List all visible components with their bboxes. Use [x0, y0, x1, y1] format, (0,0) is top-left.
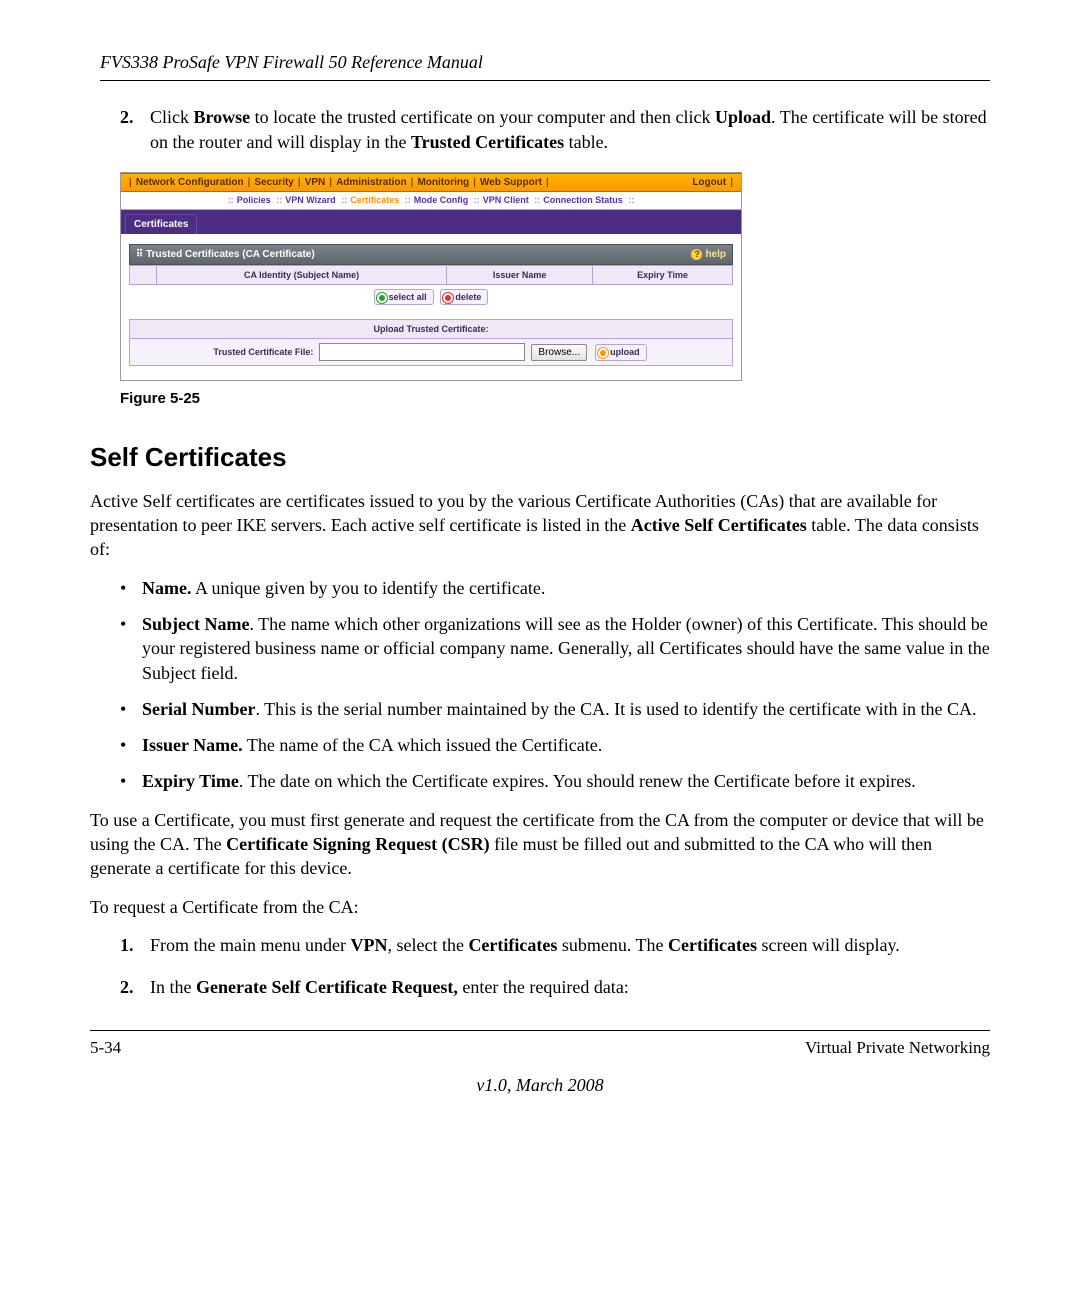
panel-title: ⠿ Trusted Certificates (CA Certificate) …	[129, 244, 733, 266]
nav-network-configuration[interactable]: Network Configuration	[136, 176, 244, 190]
para-csr: To use a Certificate, you must first gen…	[90, 808, 990, 881]
col-expiry: Expiry Time	[593, 266, 733, 285]
step-text: From the main menu under VPN, select the…	[150, 933, 990, 957]
ol-step-1: 1. From the main menu under VPN, select …	[120, 933, 990, 957]
subnav-certificates[interactable]: Certificates	[350, 195, 399, 205]
subnav-mode-config[interactable]: Mode Config	[414, 195, 469, 205]
delete-button[interactable]: delete	[440, 289, 488, 305]
para-intro: Active Self certificates are certificate…	[90, 489, 990, 562]
list-item: Expiry Time. The date on which the Certi…	[120, 769, 990, 793]
certificates-screenshot: |Network Configuration |Security |VPN |A…	[120, 172, 742, 382]
browse-button[interactable]: Browse...	[531, 344, 587, 361]
step-2: 2. Click Browse to locate the trusted ce…	[120, 105, 990, 154]
step-text: Click Browse to locate the trusted certi…	[150, 105, 990, 154]
para-request-intro: To request a Certificate from the CA:	[90, 895, 990, 919]
select-all-button[interactable]: select all	[374, 289, 434, 305]
nav-web-support[interactable]: Web Support	[480, 176, 542, 190]
nav-security[interactable]: Security	[254, 176, 293, 190]
col-ca-identity: CA Identity (Subject Name)	[157, 266, 447, 285]
list-item: Serial Number. This is the serial number…	[120, 697, 990, 721]
ol-step-2: 2. In the Generate Self Certificate Requ…	[120, 975, 990, 999]
top-nav: |Network Configuration |Security |VPN |A…	[121, 173, 741, 193]
step-number: 2.	[120, 105, 150, 154]
subnav-vpn-client[interactable]: VPN Client	[483, 195, 529, 205]
upload-row: Trusted Certificate File: Browse... uplo…	[129, 339, 733, 366]
x-icon	[443, 293, 453, 303]
step-text: In the Generate Self Certificate Request…	[150, 975, 990, 999]
step-number: 1.	[120, 933, 150, 957]
doc-version: v1.0, March 2008	[90, 1073, 990, 1097]
nav-logout[interactable]: Logout	[692, 176, 726, 190]
file-path-input[interactable]	[319, 343, 525, 361]
nav-vpn[interactable]: VPN	[305, 176, 326, 190]
subnav-connection-status[interactable]: Connection Status	[543, 195, 623, 205]
nav-administration[interactable]: Administration	[336, 176, 407, 190]
subnav-policies[interactable]: Policies	[237, 195, 271, 205]
footer: 5-34 Virtual Private Networking v1.0, Ma…	[90, 1030, 990, 1098]
chapter-title: Virtual Private Networking	[805, 1037, 990, 1060]
help-icon: ?	[691, 249, 702, 260]
upload-label: Trusted Certificate File:	[213, 346, 313, 358]
list-item: Name. A unique given by you to identify …	[120, 576, 990, 600]
step-number: 2.	[120, 975, 150, 999]
help-link[interactable]: ?help	[691, 248, 726, 262]
check-icon	[377, 293, 387, 303]
col-issuer: Issuer Name	[447, 266, 593, 285]
upload-header: Upload Trusted Certificate:	[129, 319, 733, 339]
tab-row: Certificates	[121, 210, 741, 234]
upload-button[interactable]: upload	[595, 344, 647, 360]
list-item: Subject Name. The name which other organ…	[120, 612, 990, 685]
field-list: Name. A unique given by you to identify …	[120, 576, 990, 794]
section-self-certificates: Self Certificates	[90, 440, 990, 475]
subnav-vpn-wizard[interactable]: VPN Wizard	[285, 195, 335, 205]
tab-certificates[interactable]: Certificates	[125, 214, 197, 235]
running-header: FVS338 ProSafe VPN Firewall 50 Reference…	[100, 50, 990, 81]
nav-monitoring[interactable]: Monitoring	[417, 176, 469, 190]
figure-caption: Figure 5-25	[120, 389, 990, 409]
page-number: 5-34	[90, 1037, 121, 1060]
upload-icon	[598, 348, 608, 358]
list-item: Issuer Name. The name of the CA which is…	[120, 733, 990, 757]
trusted-cert-table: CA Identity (Subject Name) Issuer Name E…	[129, 265, 733, 285]
sub-nav: ::Policies ::VPN Wizard ::Certificates :…	[121, 192, 741, 209]
